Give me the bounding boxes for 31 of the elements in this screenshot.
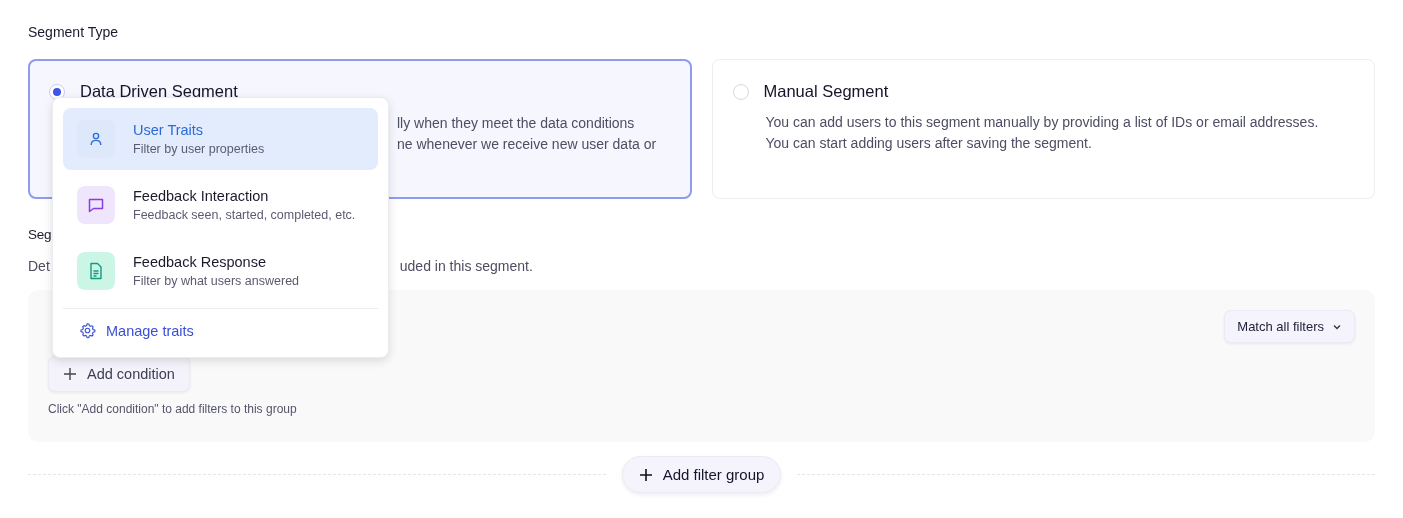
radio-button[interactable] [732,83,749,100]
person-icon [88,131,104,147]
section-heading: Seg [28,227,53,242]
section-description: Det [28,258,50,274]
segment-option-card[interactable]: Manual Segment You can add users to this segment manually by providing a list of IDs or email addresses. You can start adding users after saving the segment. [711,59,1375,199]
menu-item-subtitle: Filter by user properties [133,142,265,156]
manage-traits-link[interactable]: Manage traits [63,309,210,352]
menu-item[interactable]: User Traits Filter by user properties [63,108,378,170]
option-title: Manual Segment [763,82,889,101]
menu-item-subtitle: Feedback seen, started, completed, etc. [133,208,356,222]
option-title: Data Driven Segment [80,82,238,101]
settings-icon [79,322,96,339]
option-description: You can add users to this segment manually by providing a list of IDs or email addresses. [765,113,1320,132]
section-label: Segment Type [28,24,120,40]
menu-item-title: User Traits [133,122,205,138]
menu-item-subtitle: Filter by what users answered [133,274,300,288]
speech-bubble-icon [87,196,105,214]
option-description: lly when they meet the data conditions [397,114,636,133]
match-filters-dropdown[interactable]: Match all filters [1224,310,1355,343]
hint-text: Click "Add condition" to add filters to this group [48,402,298,416]
radio-button[interactable] [49,83,65,100]
plus-icon [63,367,77,381]
menu-item-title: Feedback Response [133,254,267,270]
add-filter-group-button[interactable]: Add filter group [621,456,782,493]
menu-item[interactable]: Feedback Response Filter by what users answered [63,240,378,302]
option-description: ne whenever we receive new user data or [397,135,658,154]
option-description: You can start adding users after saving the segment. [765,134,1093,153]
plus-icon [638,467,653,482]
document-icon [88,262,104,280]
section-description: uded in this segment. [399,258,533,274]
add-condition-button[interactable]: Add condition [48,356,190,392]
